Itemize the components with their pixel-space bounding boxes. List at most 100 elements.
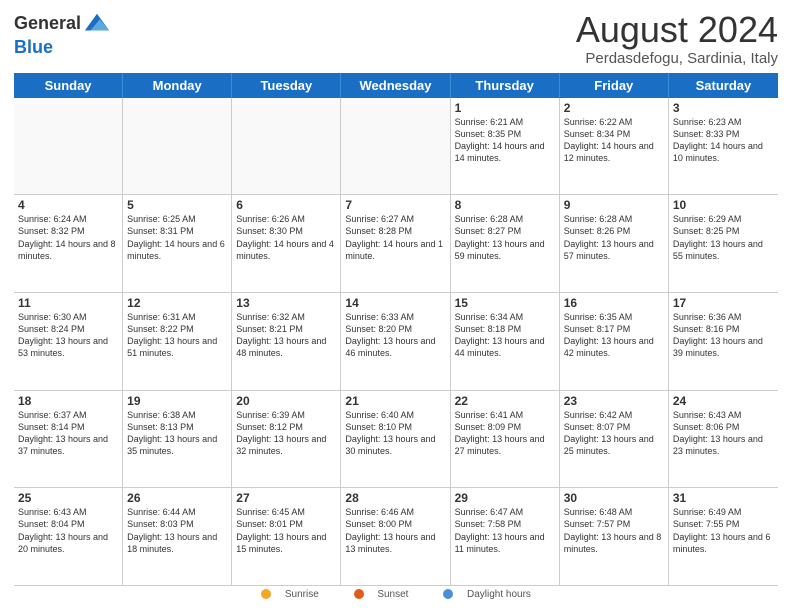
day-number: 12 [127, 296, 227, 310]
sunrise-label: Sunrise [285, 589, 319, 600]
calendar-cell [232, 98, 341, 195]
day-number: 29 [455, 491, 555, 505]
cell-info: Sunrise: 6:32 AMSunset: 8:21 PMDaylight:… [236, 311, 336, 360]
day-number: 27 [236, 491, 336, 505]
calendar-row: 11Sunrise: 6:30 AMSunset: 8:24 PMDayligh… [14, 293, 778, 391]
day-number: 3 [673, 101, 774, 115]
cell-info: Sunrise: 6:48 AMSunset: 7:57 PMDaylight:… [564, 506, 664, 555]
logo: General Blue [14, 10, 111, 58]
logo-text: General [14, 14, 81, 34]
calendar-cell: 5Sunrise: 6:25 AMSunset: 8:31 PMDaylight… [123, 195, 232, 292]
calendar-cell: 3Sunrise: 6:23 AMSunset: 8:33 PMDaylight… [669, 98, 778, 195]
day-number: 19 [127, 394, 227, 408]
calendar-cell: 8Sunrise: 6:28 AMSunset: 8:27 PMDaylight… [451, 195, 560, 292]
calendar-cell: 21Sunrise: 6:40 AMSunset: 8:10 PMDayligh… [341, 391, 450, 488]
day-number: 25 [18, 491, 118, 505]
day-number: 6 [236, 198, 336, 212]
calendar-cell: 14Sunrise: 6:33 AMSunset: 8:20 PMDayligh… [341, 293, 450, 390]
day-number: 9 [564, 198, 664, 212]
cell-info: Sunrise: 6:34 AMSunset: 8:18 PMDaylight:… [455, 311, 555, 360]
day-number: 4 [18, 198, 118, 212]
calendar-row: 25Sunrise: 6:43 AMSunset: 8:04 PMDayligh… [14, 488, 778, 585]
day-number: 15 [455, 296, 555, 310]
calendar-body: 1Sunrise: 6:21 AMSunset: 8:35 PMDaylight… [14, 98, 778, 585]
sunset-label: Sunset [377, 589, 408, 600]
sunset-legend: Sunset [346, 589, 420, 600]
calendar-cell: 17Sunrise: 6:36 AMSunset: 8:16 PMDayligh… [669, 293, 778, 390]
sunrise-dot [261, 589, 271, 599]
footer: Sunrise Sunset Daylight hours [14, 585, 778, 602]
cell-info: Sunrise: 6:35 AMSunset: 8:17 PMDaylight:… [564, 311, 664, 360]
calendar-cell: 19Sunrise: 6:38 AMSunset: 8:13 PMDayligh… [123, 391, 232, 488]
day-number: 24 [673, 394, 774, 408]
day-number: 23 [564, 394, 664, 408]
cell-info: Sunrise: 6:41 AMSunset: 8:09 PMDaylight:… [455, 409, 555, 458]
cell-info: Sunrise: 6:43 AMSunset: 8:04 PMDaylight:… [18, 506, 118, 555]
day-number: 31 [673, 491, 774, 505]
cell-info: Sunrise: 6:28 AMSunset: 8:26 PMDaylight:… [564, 213, 664, 262]
cell-info: Sunrise: 6:47 AMSunset: 7:58 PMDaylight:… [455, 506, 555, 555]
cell-info: Sunrise: 6:38 AMSunset: 8:13 PMDaylight:… [127, 409, 227, 458]
cell-info: Sunrise: 6:30 AMSunset: 8:24 PMDaylight:… [18, 311, 118, 360]
logo-icon [83, 10, 111, 38]
calendar-cell: 13Sunrise: 6:32 AMSunset: 8:21 PMDayligh… [232, 293, 341, 390]
header: General Blue August 2024 Perdasdefogu, S… [14, 10, 778, 67]
daylight-legend: Daylight hours [435, 589, 539, 600]
calendar-row: 18Sunrise: 6:37 AMSunset: 8:14 PMDayligh… [14, 391, 778, 489]
cell-info: Sunrise: 6:36 AMSunset: 8:16 PMDaylight:… [673, 311, 774, 360]
cell-info: Sunrise: 6:39 AMSunset: 8:12 PMDaylight:… [236, 409, 336, 458]
calendar-cell: 29Sunrise: 6:47 AMSunset: 7:58 PMDayligh… [451, 488, 560, 585]
location: Perdasdefogu, Sardinia, Italy [576, 50, 778, 67]
sunrise-legend: Sunrise [253, 589, 329, 600]
day-number: 8 [455, 198, 555, 212]
calendar-cell: 22Sunrise: 6:41 AMSunset: 8:09 PMDayligh… [451, 391, 560, 488]
calendar-row: 1Sunrise: 6:21 AMSunset: 8:35 PMDaylight… [14, 98, 778, 196]
day-number: 30 [564, 491, 664, 505]
cell-info: Sunrise: 6:40 AMSunset: 8:10 PMDaylight:… [345, 409, 445, 458]
day-number: 7 [345, 198, 445, 212]
cell-info: Sunrise: 6:22 AMSunset: 8:34 PMDaylight:… [564, 116, 664, 165]
daylight-dot [443, 589, 453, 599]
weekday-header: Wednesday [341, 73, 450, 98]
cell-info: Sunrise: 6:43 AMSunset: 8:06 PMDaylight:… [673, 409, 774, 458]
calendar-row: 4Sunrise: 6:24 AMSunset: 8:32 PMDaylight… [14, 195, 778, 293]
day-number: 26 [127, 491, 227, 505]
calendar-cell: 27Sunrise: 6:45 AMSunset: 8:01 PMDayligh… [232, 488, 341, 585]
cell-info: Sunrise: 6:26 AMSunset: 8:30 PMDaylight:… [236, 213, 336, 262]
calendar-cell: 25Sunrise: 6:43 AMSunset: 8:04 PMDayligh… [14, 488, 123, 585]
day-number: 22 [455, 394, 555, 408]
calendar-cell: 6Sunrise: 6:26 AMSunset: 8:30 PMDaylight… [232, 195, 341, 292]
cell-info: Sunrise: 6:37 AMSunset: 8:14 PMDaylight:… [18, 409, 118, 458]
calendar-cell: 20Sunrise: 6:39 AMSunset: 8:12 PMDayligh… [232, 391, 341, 488]
calendar-page: General Blue August 2024 Perdasdefogu, S… [0, 0, 792, 612]
cell-info: Sunrise: 6:42 AMSunset: 8:07 PMDaylight:… [564, 409, 664, 458]
daylight-label: Daylight hours [467, 589, 531, 600]
weekday-header: Friday [560, 73, 669, 98]
calendar-cell: 31Sunrise: 6:49 AMSunset: 7:55 PMDayligh… [669, 488, 778, 585]
calendar-cell [341, 98, 450, 195]
day-number: 1 [455, 101, 555, 115]
cell-info: Sunrise: 6:24 AMSunset: 8:32 PMDaylight:… [18, 213, 118, 262]
cell-info: Sunrise: 6:25 AMSunset: 8:31 PMDaylight:… [127, 213, 227, 262]
weekday-header: Monday [123, 73, 232, 98]
cell-info: Sunrise: 6:29 AMSunset: 8:25 PMDaylight:… [673, 213, 774, 262]
calendar-cell: 4Sunrise: 6:24 AMSunset: 8:32 PMDaylight… [14, 195, 123, 292]
calendar-cell: 7Sunrise: 6:27 AMSunset: 8:28 PMDaylight… [341, 195, 450, 292]
month-title: August 2024 [576, 10, 778, 50]
day-number: 20 [236, 394, 336, 408]
cell-info: Sunrise: 6:46 AMSunset: 8:00 PMDaylight:… [345, 506, 445, 555]
day-number: 2 [564, 101, 664, 115]
logo-text-blue: Blue [14, 37, 53, 57]
weekday-header: Tuesday [232, 73, 341, 98]
calendar-cell: 1Sunrise: 6:21 AMSunset: 8:35 PMDaylight… [451, 98, 560, 195]
day-number: 17 [673, 296, 774, 310]
day-number: 10 [673, 198, 774, 212]
calendar-cell: 26Sunrise: 6:44 AMSunset: 8:03 PMDayligh… [123, 488, 232, 585]
calendar-cell: 2Sunrise: 6:22 AMSunset: 8:34 PMDaylight… [560, 98, 669, 195]
sunset-dot [354, 589, 364, 599]
day-number: 16 [564, 296, 664, 310]
calendar-cell: 30Sunrise: 6:48 AMSunset: 7:57 PMDayligh… [560, 488, 669, 585]
cell-info: Sunrise: 6:45 AMSunset: 8:01 PMDaylight:… [236, 506, 336, 555]
weekday-header: Saturday [669, 73, 778, 98]
cell-info: Sunrise: 6:27 AMSunset: 8:28 PMDaylight:… [345, 213, 445, 262]
